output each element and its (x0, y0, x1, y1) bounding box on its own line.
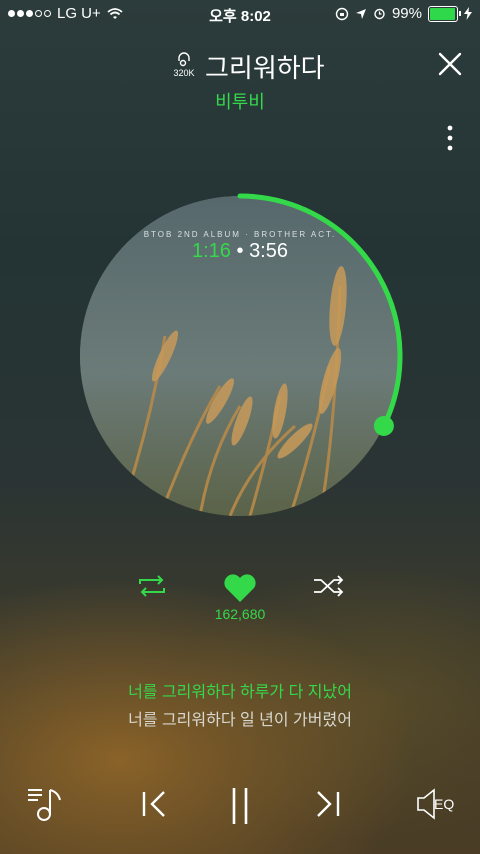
status-right: 99% (335, 5, 472, 22)
song-title: 그리워하다 (205, 53, 325, 83)
close-icon[interactable] (436, 50, 464, 78)
progress-arc (237, 193, 403, 429)
lyric-current-line[interactable]: 너를 그리워하다 하루가 다 지났어 (0, 678, 480, 702)
battery-percent: 99% (391, 5, 422, 22)
eq-label: EQ (434, 796, 455, 812)
previous-icon[interactable] (140, 784, 168, 824)
more-options-icon[interactable] (440, 122, 460, 154)
like-count: 162,680 (214, 606, 266, 622)
charging-icon (464, 7, 472, 20)
eq-button[interactable]: EQ (414, 784, 454, 824)
location-icon (355, 8, 366, 19)
battery-icon (428, 5, 461, 22)
progress-ring[interactable] (70, 186, 410, 526)
quality-label: 320K (173, 68, 195, 78)
lyric-next-line[interactable]: 너를 그리워하다 일 년이 가버렸어 (0, 706, 480, 730)
pause-icon[interactable] (226, 784, 254, 828)
status-bar: LG U+ 오후 8:02 99% (0, 0, 480, 28)
progress-knob[interactable] (373, 415, 394, 436)
repeat-icon[interactable] (136, 574, 168, 598)
rotation-lock-icon (335, 7, 349, 20)
like-heart-icon[interactable] (222, 572, 258, 604)
next-icon[interactable] (314, 784, 342, 824)
alarm-icon (374, 8, 385, 20)
shuffle-icon[interactable] (312, 574, 346, 598)
artist-name[interactable]: 비투비 (0, 88, 480, 114)
playlist-icon[interactable] (26, 784, 66, 824)
headphone-quality-icon (178, 52, 190, 67)
